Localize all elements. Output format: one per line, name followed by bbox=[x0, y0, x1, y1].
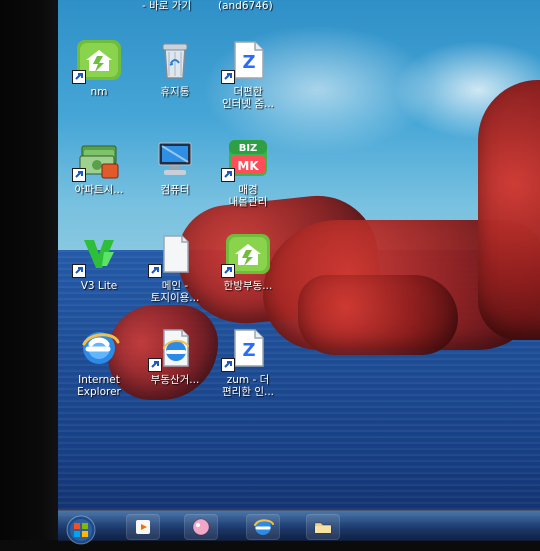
shortcut-arrow-icon bbox=[72, 70, 86, 84]
desktop-icon-biz-mk[interactable]: BIZ MK 매경 내몰관리 bbox=[203, 136, 293, 228]
blank-document-icon bbox=[148, 232, 200, 278]
svg-text:Z: Z bbox=[242, 52, 255, 73]
taskbar-file-explorer-button[interactable] bbox=[306, 514, 340, 540]
desktop: - 바로 가기 (and6746) nm 휴지통 Z 더편한 인터넷 줌... … bbox=[58, 0, 540, 540]
desktop-icon-label: 더편한 인터넷 줌... bbox=[222, 86, 274, 110]
shortcut-arrow-icon bbox=[221, 358, 235, 372]
green-house-app-icon bbox=[221, 232, 273, 278]
desktop-icon-label: 매경 내몰관리 bbox=[228, 184, 268, 208]
shortcut-arrow-icon bbox=[221, 168, 235, 182]
taskbar-pink-app-button[interactable] bbox=[184, 514, 218, 540]
shortcut-arrow-icon bbox=[72, 264, 86, 278]
desktop-icon-label: zum - 더 편리한 인... bbox=[222, 374, 274, 398]
v3-lite-icon bbox=[72, 232, 124, 278]
desktop-wallpaper-rock bbox=[298, 275, 458, 355]
zum-file-icon: Z bbox=[221, 38, 273, 84]
desktop-wallpaper-cliff bbox=[478, 80, 540, 340]
ie-shortcut-document-icon bbox=[148, 326, 200, 372]
start-button[interactable] bbox=[64, 513, 98, 547]
top-icon-label-fragment-right: (and6746) bbox=[218, 0, 273, 12]
taskbar bbox=[58, 510, 540, 545]
svg-text:Z: Z bbox=[242, 340, 255, 361]
taskbar-internet-explorer-button[interactable] bbox=[246, 514, 280, 540]
taskbar-media-player-button[interactable] bbox=[126, 514, 160, 540]
money-notes-icon bbox=[72, 136, 124, 182]
desktop-icon-zum-top[interactable]: Z 더편한 인터넷 줌... bbox=[203, 38, 293, 130]
desktop-icon-label: 한방부동... bbox=[223, 280, 273, 292]
shortcut-arrow-icon bbox=[148, 264, 162, 278]
internet-explorer-icon bbox=[74, 326, 124, 370]
svg-text:MK: MK bbox=[237, 159, 259, 173]
shortcut-arrow-icon bbox=[221, 70, 235, 84]
shortcut-arrow-icon bbox=[148, 358, 162, 372]
green-house-app-icon bbox=[72, 38, 124, 84]
desktop-icon-hanbang[interactable]: 한방부동... bbox=[203, 232, 293, 324]
zum-file-icon: Z bbox=[221, 326, 273, 372]
recycle-bin-icon bbox=[150, 38, 200, 82]
monitor-bezel bbox=[0, 0, 58, 540]
biz-mk-icon: BIZ MK bbox=[221, 136, 273, 182]
shortcut-arrow-icon bbox=[221, 264, 235, 278]
computer-icon bbox=[150, 136, 200, 180]
shortcut-arrow-icon bbox=[72, 168, 86, 182]
top-icon-label-fragment-left: - 바로 가기 bbox=[142, 0, 192, 12]
svg-text:BIZ: BIZ bbox=[239, 143, 258, 154]
desktop-icon-zum-bottom[interactable]: Z zum - 더 편리한 인... bbox=[203, 326, 293, 418]
